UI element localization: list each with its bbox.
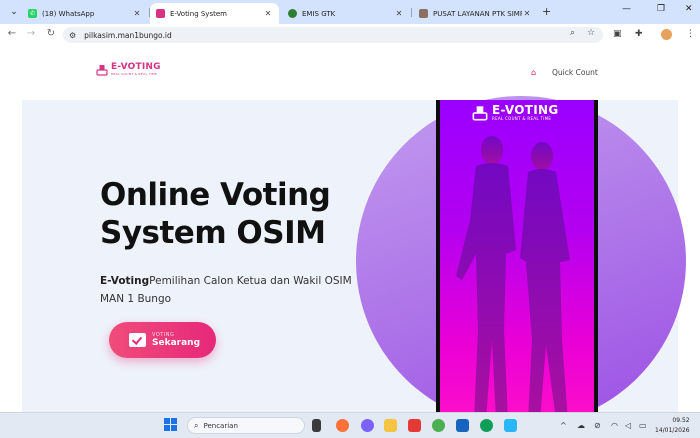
- voting-sekarang-button[interactable]: VOTING Sekarang: [109, 322, 216, 358]
- phone-logo-title: E-VOTING: [492, 103, 559, 117]
- clock-time: 09.52: [672, 417, 690, 424]
- close-tab-icon[interactable]: ✕: [522, 9, 532, 18]
- site-header: E-VOTING REAL COUNT & REAL TIME ⌂ Quick …: [0, 46, 700, 98]
- tab-title: EMIS GTK: [302, 9, 336, 18]
- close-tab-icon[interactable]: ✕: [132, 9, 142, 18]
- tab-divider: [411, 8, 412, 17]
- tab-title: E-Voting System: [170, 9, 227, 18]
- logo-subtitle: REAL COUNT & REAL TIME: [111, 72, 158, 76]
- tab-whatsapp[interactable]: ✆ (18) WhatsApp ✕: [22, 3, 148, 24]
- profile-avatar-icon[interactable]: [661, 29, 672, 40]
- phone-logo-subtitle: REAL COUNT & REAL TIME: [492, 116, 552, 121]
- task-view-icon[interactable]: [312, 419, 321, 432]
- check-ballot-icon: [129, 333, 146, 347]
- taskbar-clock[interactable]: 09.52 14/01/2026: [655, 416, 690, 436]
- bookmark-star-icon[interactable]: ☆: [587, 28, 595, 38]
- volume-icon[interactable]: ◁: [625, 421, 631, 430]
- network-icon[interactable]: ⊘: [594, 421, 601, 430]
- hero-description: E-VotingPemilihan Calon Ketua dan Wakil …: [100, 272, 360, 308]
- battery-icon[interactable]: ▭: [639, 421, 647, 430]
- phone-logo: E-VOTING REAL COUNT & REAL TIME: [472, 104, 559, 121]
- logo-title: E-VOTING: [111, 62, 161, 72]
- phone-mockup: E-VOTING REAL COUNT & REAL TIME: [436, 100, 598, 412]
- taskbar-search-label: Pencarian: [203, 421, 238, 430]
- ballot-box-icon: [96, 64, 108, 76]
- candidates-silhouette: [456, 136, 570, 412]
- wps-office-icon[interactable]: [408, 419, 421, 432]
- forward-arrow-icon[interactable]: →: [24, 28, 38, 39]
- tab-e-voting[interactable]: E-Voting System ✕: [150, 3, 279, 24]
- minimize-icon[interactable]: —: [622, 4, 631, 14]
- hero-desc-bold: E-Voting: [100, 275, 150, 287]
- file-explorer-icon[interactable]: [384, 419, 397, 432]
- home-icon[interactable]: ⌂: [531, 68, 536, 77]
- close-tab-icon[interactable]: ✕: [263, 9, 273, 18]
- tab-title: (18) WhatsApp: [42, 9, 95, 18]
- extension-app-icon[interactable]: ▣: [613, 29, 622, 39]
- tab-strip: ⌄ ✆ (18) WhatsApp ✕ E-Voting System ✕ EM…: [0, 0, 700, 24]
- clock-date: 14/01/2026: [655, 427, 690, 434]
- restore-icon[interactable]: ❐: [657, 4, 665, 14]
- browser-toolbar: ← → ↻ ⚙ pilkasim.man1bungo.id ⌕ ☆ ▣ ✚ ⋮: [0, 24, 700, 46]
- copilot-icon[interactable]: [361, 419, 374, 432]
- e-voting-favicon-icon: [156, 9, 165, 18]
- close-tab-icon[interactable]: ✕: [394, 9, 404, 18]
- chrome-icon[interactable]: [432, 419, 445, 432]
- search-icon: ⌕: [194, 420, 199, 430]
- app-icon[interactable]: [456, 419, 469, 432]
- cta-big-label: Sekarang: [152, 337, 201, 348]
- new-tab-plus-icon[interactable]: +: [542, 5, 551, 18]
- back-arrow-icon[interactable]: ←: [5, 28, 19, 39]
- hero-title: Online Voting System OSIM: [100, 177, 331, 251]
- zoom-icon[interactable]: ⌕: [570, 28, 575, 38]
- tab-emis-gtk[interactable]: EMIS GTK ✕: [282, 3, 410, 24]
- url-text: pilkasim.man1bungo.id: [84, 30, 172, 40]
- ptk-favicon-icon: [419, 9, 428, 18]
- reload-icon[interactable]: ↻: [44, 28, 58, 39]
- app-icon[interactable]: [504, 419, 517, 432]
- site-info-icon[interactable]: ⚙: [69, 31, 76, 40]
- site-logo[interactable]: E-VOTING REAL COUNT & REAL TIME: [96, 63, 161, 76]
- tab-pusat-layanan[interactable]: PUSAT LAYANAN PTK SIMPATIK ✕: [413, 3, 538, 24]
- nav-quick-count[interactable]: Quick Count: [552, 68, 598, 77]
- close-window-icon[interactable]: ✕: [685, 4, 693, 14]
- ballot-box-icon: [472, 105, 488, 120]
- taskbar-search[interactable]: ⌕ Pencarian: [187, 417, 305, 434]
- edge-icon[interactable]: [480, 419, 493, 432]
- emis-favicon-icon: [288, 9, 297, 18]
- tab-search-chevron-icon[interactable]: ⌄: [6, 4, 22, 20]
- extensions-puzzle-icon[interactable]: ✚: [635, 29, 643, 39]
- wifi-icon[interactable]: ◠: [611, 421, 618, 430]
- show-hidden-icons-chevron-icon[interactable]: ^: [560, 421, 567, 430]
- tab-title: PUSAT LAYANAN PTK SIMPATIK: [433, 9, 522, 18]
- cloud-icon[interactable]: ☁: [577, 421, 585, 430]
- firefox-icon[interactable]: [336, 419, 349, 432]
- whatsapp-icon: ✆: [28, 9, 37, 18]
- web-page: E-VOTING REAL COUNT & REAL TIME ⌂ Quick …: [0, 46, 700, 412]
- start-windows-icon[interactable]: [164, 418, 178, 432]
- menu-kebab-icon[interactable]: ⋮: [686, 29, 695, 39]
- windows-taskbar: ⌕ Pencarian ^ ☁ ⊘ ◠ ◁ ▭ 09.52 14/01/2026: [0, 412, 700, 438]
- address-bar[interactable]: ⚙ pilkasim.man1bungo.id: [63, 27, 603, 43]
